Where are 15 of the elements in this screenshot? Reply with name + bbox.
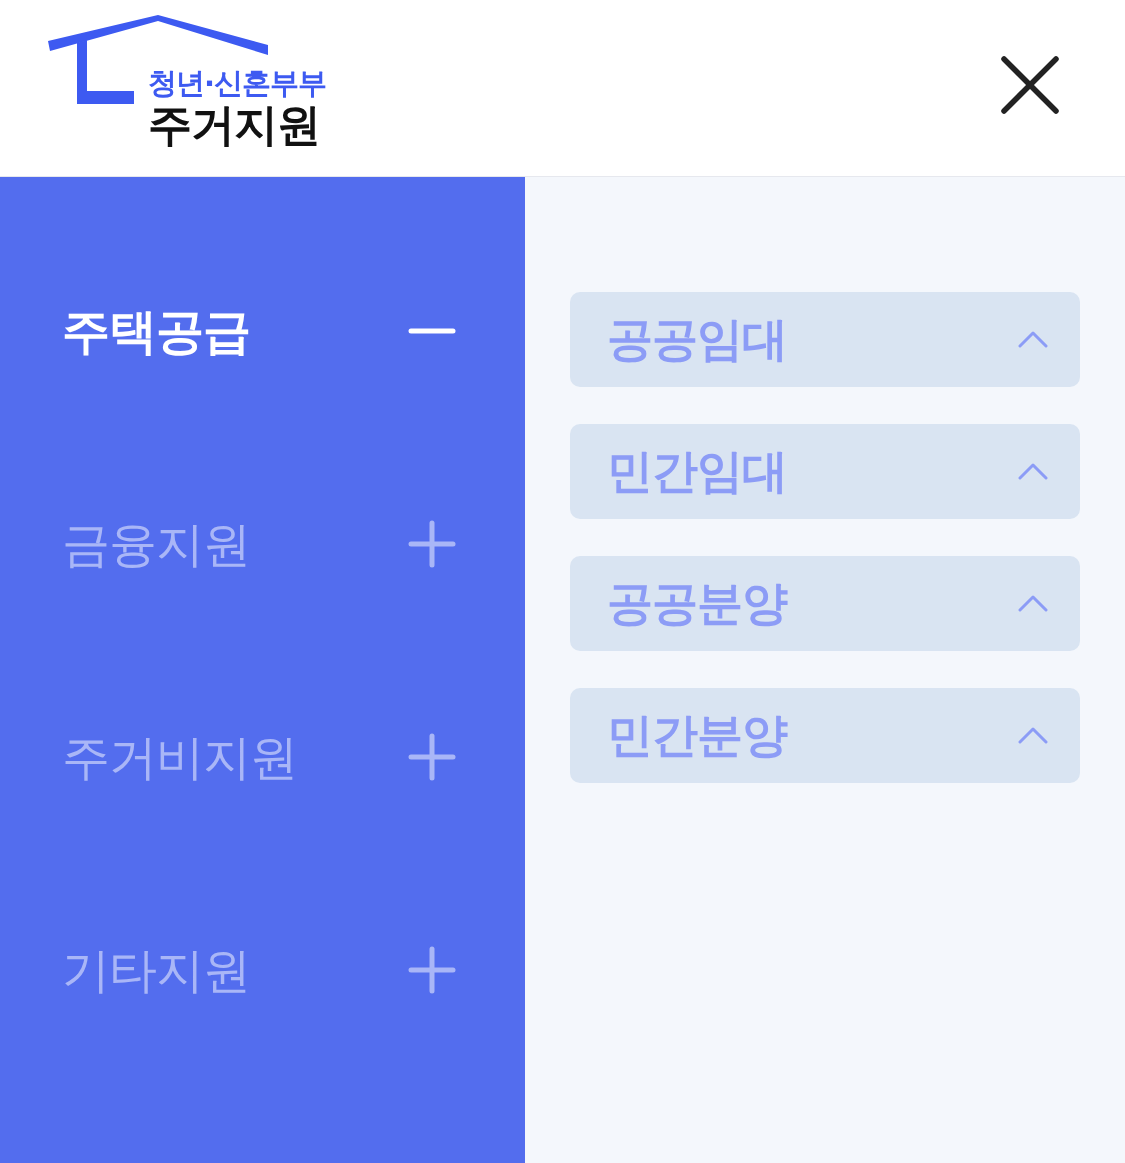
chevron-up-icon <box>1018 463 1048 480</box>
chevron-up-icon <box>1018 595 1048 612</box>
submenu-item[interactable]: 민간분양 <box>570 688 1080 783</box>
logo-tagline: 청년·신혼부부 <box>148 65 327 101</box>
logo-title: 주거지원 <box>148 101 321 149</box>
submenu-item[interactable]: 공공분양 <box>570 556 1080 651</box>
menu-item[interactable]: 주택공급 <box>0 224 525 437</box>
chevron-up-icon <box>1018 331 1048 348</box>
menu-item[interactable]: 주거비지원 <box>0 650 525 863</box>
menu-item[interactable]: 기타지원 <box>0 863 525 1076</box>
submenu-item[interactable]: 공공임대 <box>570 292 1080 387</box>
chevron-up-icon <box>1018 727 1048 744</box>
menu-item[interactable]: 금융지원 <box>0 437 525 650</box>
submenu-item[interactable]: 민간임대 <box>570 424 1080 519</box>
close-icon <box>1001 56 1059 114</box>
